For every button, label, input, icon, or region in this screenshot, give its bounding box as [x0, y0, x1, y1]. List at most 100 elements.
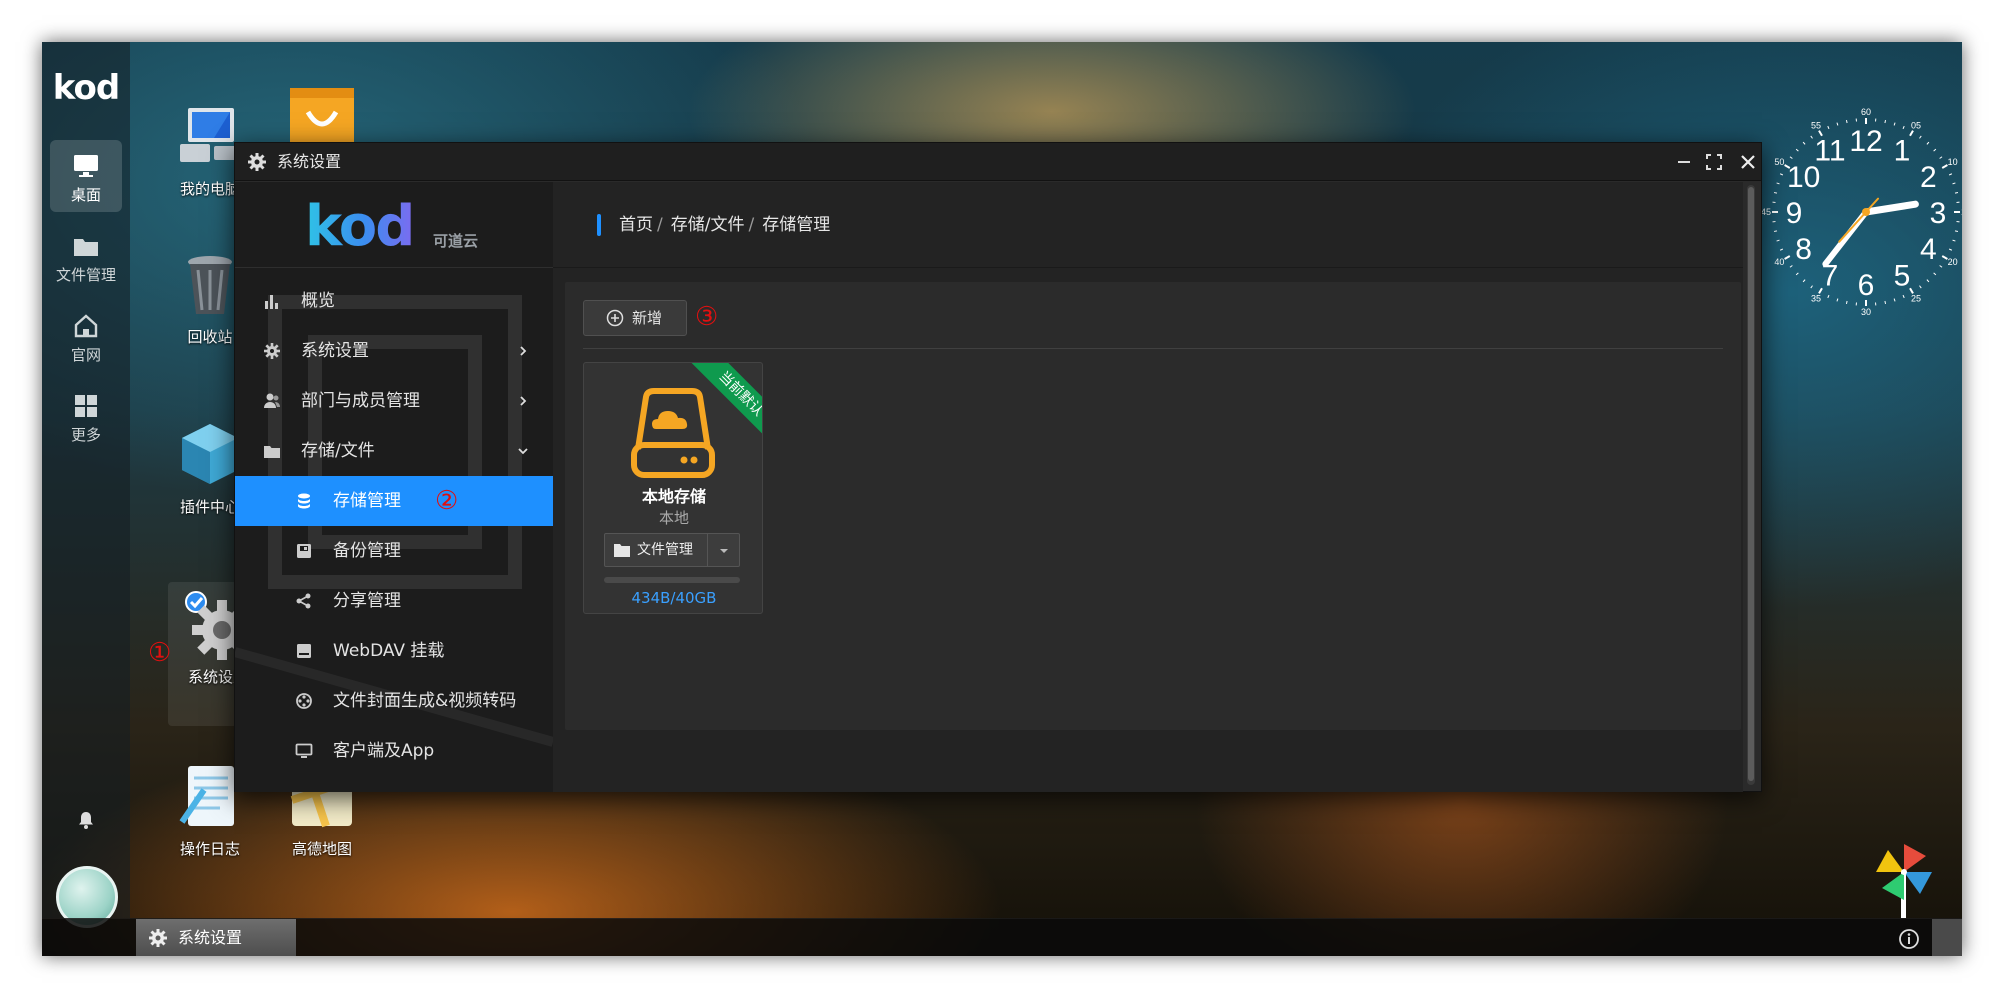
minimize-icon[interactable] — [1673, 151, 1695, 173]
clock-tick — [1845, 119, 1848, 124]
split-divider — [707, 534, 708, 566]
clock-tick — [1827, 125, 1830, 130]
clock-minute-label: 15 — [1961, 207, 1962, 217]
menu-item-overview[interactable]: 概览 — [235, 276, 553, 326]
add-storage-button[interactable]: 新增 — [583, 300, 687, 336]
clock-tick — [1941, 164, 1948, 169]
clock-minute-label: 10 — [1948, 157, 1958, 167]
menu-item-label: 系统设置 — [301, 341, 369, 361]
dock-item-more[interactable]: 更多 — [50, 380, 122, 452]
clock-tick — [1954, 230, 1959, 233]
menu-item-storage-management[interactable]: 存储管理 — [235, 476, 553, 526]
window-scrollbar[interactable] — [1747, 185, 1755, 785]
caret-down-icon[interactable] — [717, 546, 731, 556]
window-titlebar[interactable]: 系统设置 — [235, 143, 1761, 181]
folder-icon[interactable] — [613, 542, 631, 558]
menu-item-backup-management[interactable]: 备份管理 — [235, 526, 553, 576]
clock-hour-hand — [1862, 200, 1919, 216]
clock-tick — [1779, 173, 1784, 176]
clock-minute-label: 45 — [1761, 207, 1771, 217]
taskbar-item-system-settings[interactable]: 系统设置 — [136, 919, 296, 956]
annotation-marker-2: ② — [435, 486, 459, 516]
gear-icon — [264, 343, 280, 359]
grid-icon — [75, 395, 97, 417]
clock-hour-number: 11 — [1814, 135, 1845, 168]
clock-tick — [1902, 125, 1905, 130]
clock-tick — [1939, 156, 1943, 159]
show-desktop-button[interactable] — [1932, 919, 1962, 956]
desktop-icon-label: 高德地图 — [291, 840, 352, 858]
storage-name: 本地存储 — [641, 487, 706, 506]
chevron-right-icon — [520, 346, 527, 356]
clock-tick — [1779, 248, 1784, 251]
menu-item-webdav-mount[interactable]: WebDAV 挂载 — [235, 626, 553, 676]
info-icon[interactable] — [1898, 928, 1920, 950]
sidebar-brand: kod 可道云 — [235, 182, 553, 268]
maximize-icon[interactable] — [1703, 151, 1725, 173]
desktop-icon-label: 操作日志 — [179, 840, 240, 858]
taskbar: 系统设置 — [42, 918, 1962, 956]
dock-item-file-manager[interactable]: 文件管理 — [50, 220, 122, 292]
menu-item-label: WebDAV 挂载 — [333, 641, 445, 661]
dock-item-label: 更多 — [70, 426, 101, 444]
clock-tick — [1952, 239, 1956, 242]
clock-tick — [1784, 255, 1791, 260]
users-icon — [264, 393, 280, 408]
clock-tick — [1893, 122, 1896, 126]
dock-item-official-site[interactable]: 官网 — [50, 300, 122, 372]
desktop-icon-label: 插件中心 — [179, 498, 240, 516]
clock-hour-number: 1 — [1894, 135, 1911, 168]
dock-item-label: 桌面 — [70, 186, 101, 204]
clock-tick — [1948, 248, 1953, 251]
clock-tick — [1776, 182, 1780, 185]
clock-hour-number: 12 — [1849, 125, 1882, 158]
clock-tick — [1789, 265, 1793, 268]
storage-usage-bar — [604, 577, 740, 583]
storage-card-local[interactable]: 当前默认 本地存储 本地 文件管理 434B/40GB — [583, 362, 763, 614]
clock-hour-number: 8 — [1795, 233, 1812, 266]
database-icon — [298, 493, 310, 509]
analog-clock-widget: 12 1234567891011600510152025303540455055 — [1761, 107, 1962, 317]
dock-item-label: 官网 — [70, 346, 101, 364]
breadcrumb-current: 存储管理 — [762, 215, 831, 235]
breadcrumb-storage-files[interactable]: 存储/文件 — [671, 215, 745, 235]
plus-circle-icon — [606, 309, 624, 327]
pinwheel-icon[interactable] — [1874, 842, 1934, 918]
chevron-right-icon — [520, 396, 527, 406]
menu-item-departments-members[interactable]: 部门与成员管理 — [235, 376, 553, 426]
gear-icon — [248, 153, 266, 171]
menu-item-storage-files[interactable]: 存储/文件 — [235, 426, 553, 476]
desktop-screen: kod 桌面 文件管理 官网 更多 我的电脑 回收站 插件中心 系统设置 ① 操… — [42, 42, 1962, 956]
close-icon[interactable] — [1737, 151, 1759, 173]
clock-tick — [1926, 279, 1930, 283]
menu-item-cover-transcode[interactable]: 文件封面生成&视频转码 — [235, 676, 553, 726]
storage-panel: 新增 ③ 当前默认 本地存储 本地 文件管理 434B/40GB — [565, 282, 1741, 730]
film-reel-icon — [296, 693, 312, 709]
menu-item-system-settings[interactable]: 系统设置 — [235, 326, 553, 376]
brand-subtitle: 可道云 — [433, 232, 479, 250]
menu-item-label: 概览 — [301, 291, 335, 311]
menu-item-label: 文件封面生成&视频转码 — [333, 691, 517, 711]
settings-content: 首页 / 存储/文件 / 存储管理 新增 ③ 当前默认 本地存储 本地 文件管理… — [553, 182, 1743, 792]
folder-icon — [264, 446, 280, 458]
desktop-icon-label: 我的电脑 — [179, 180, 240, 198]
menu-item-share-management[interactable]: 分享管理 — [235, 576, 553, 626]
clock-tick — [1845, 300, 1848, 305]
home-icon — [74, 314, 98, 338]
clock-tick — [1939, 265, 1943, 268]
dock-logo[interactable]: kod — [48, 68, 124, 108]
breadcrumb-separator: / — [657, 215, 663, 235]
dock-item-desktop[interactable]: 桌面 — [50, 140, 122, 212]
clock-tick — [1773, 191, 1778, 194]
breadcrumb-separator: / — [748, 215, 755, 235]
bell-icon[interactable] — [76, 810, 96, 830]
dock-item-label: 文件管理 — [55, 266, 116, 284]
scrollbar-thumb[interactable] — [1748, 187, 1754, 781]
menu-item-client-app[interactable]: 客户端及App — [235, 726, 553, 776]
settings-sidebar: kod 可道云 概览 系统设置 部门与成员管理 存储/文件 存储管理 ② 备份管… — [235, 182, 553, 792]
file-manage-split-button: 文件管理 — [604, 533, 740, 567]
file-manage-button[interactable]: 文件管理 — [637, 534, 693, 566]
menu-item-label: 分享管理 — [333, 591, 401, 611]
brand-logo-kod: kod — [305, 194, 415, 259]
breadcrumb-home[interactable]: 首页 — [619, 215, 653, 235]
